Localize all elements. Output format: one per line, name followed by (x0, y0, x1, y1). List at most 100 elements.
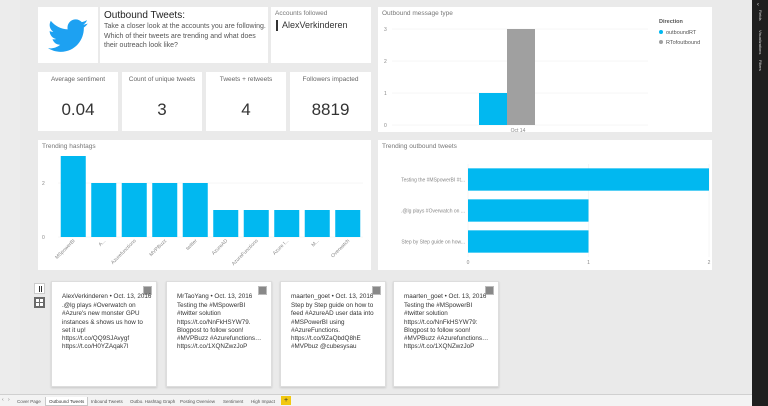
tab-posting-overview[interactable]: Posting Overview (177, 397, 218, 406)
tweet-card[interactable]: MrTaoYang • Oct. 13, 2016 Testing the #M… (166, 281, 272, 387)
header-tile: Outbound Tweets: Take a closer look at t… (100, 7, 268, 63)
tweet-card[interactable]: AlexVerkinderen • Oct. 13, 2016 .@lg pla… (51, 281, 157, 387)
bar-hashtag (274, 210, 300, 237)
y-tick-label: 0 (42, 235, 45, 241)
x-tick-label: A... (98, 238, 108, 248)
twitter-logo-icon (48, 19, 88, 52)
x-tick-label: twitter (185, 238, 199, 252)
tweet-author-date: maarten_goet • Oct. 13, 2016 (291, 293, 374, 300)
slicer-title: Accounts followed (275, 10, 328, 17)
avatar (258, 286, 267, 295)
card-average-sentiment[interactable]: Average sentiment 0.04 (38, 72, 118, 131)
bar-hashtag (182, 183, 208, 237)
card-label: Average sentiment (50, 76, 106, 83)
tweet-card[interactable]: maarten_goet • Oct. 13, 2016 Step by Ste… (280, 281, 386, 387)
twitter-logo-tile (38, 7, 98, 63)
add-tab-icon[interactable]: + (281, 396, 291, 405)
bar-hashtag (304, 210, 330, 237)
y-tick-label: 3 (384, 27, 387, 33)
y-tick-label: .@lg plays #Overwatch on ... (401, 209, 465, 215)
tab-nav-right-icon[interactable]: › (8, 397, 10, 403)
x-tick-label: M... (311, 238, 321, 248)
tweet-author-date: maarten_goet • Oct. 13, 2016 (404, 293, 487, 300)
card-label: Tweets + retweets (219, 76, 273, 83)
y-tick-label: Step by Step guide on how... (401, 240, 465, 246)
x-tick-label: MSpowerBI (54, 238, 77, 261)
legend-swatch (659, 40, 663, 44)
x-tick-label: Overwatch (330, 238, 351, 259)
slicer-selected-value[interactable]: AlexVerkinderen (276, 20, 348, 31)
card-label: Followers impacted (302, 76, 359, 83)
tweet-author-date: MrTaoYang • Oct. 13, 2016 (177, 293, 253, 300)
pane-collapse-icon[interactable]: ‹ (757, 2, 759, 8)
bar-hashtag (243, 210, 269, 237)
chart-outbound-message-type[interactable]: Outbound message type 0 1 2 3 Oct 14 Directi… (378, 7, 712, 132)
card-value: 3 (157, 100, 167, 119)
legend-swatch (659, 30, 663, 34)
x-tick-label: 1 (587, 260, 590, 266)
trending-tweets-svg: 0 1 2 Testing the #MSpowerBI #t... .@lg play… (401, 164, 711, 266)
page-description: Take a closer look at the accounts you a… (104, 23, 266, 49)
card-unique-tweets[interactable]: Count of unique tweets 3 (122, 72, 202, 131)
grid-view-icon[interactable] (34, 297, 45, 308)
chart-trending-hashtags[interactable]: Trending hashtags 0 2 MSpowerBI A... Azurefu… (38, 140, 371, 270)
x-tick-label: MVPBuzz (148, 238, 168, 258)
card-value: 8819 (311, 100, 350, 119)
card-followers-impacted[interactable]: Followers impacted 8819 (290, 72, 371, 131)
card-label: Count of unique tweets (128, 76, 196, 83)
y-tick-label: 0 (384, 123, 387, 129)
x-tick-label: 0 (467, 260, 470, 266)
bar-hashtag (213, 210, 239, 237)
tweet-text: Testing the #MSpowerBI #twitter solution… (177, 302, 262, 351)
tab-sentiment[interactable]: Sentiment (220, 397, 246, 406)
legend-item-outboundRT[interactable]: outboundRT (659, 30, 696, 36)
y-tick-label: 2 (384, 59, 387, 65)
tweet-author-date: AlexVerkinderen • Oct. 13, 2016 (62, 293, 152, 300)
tab-outbo-hashtag-graph[interactable]: Outbo. Hashtag Graph (127, 397, 178, 406)
bar-tweet (468, 168, 709, 191)
bar-hashtag (152, 183, 178, 237)
x-tick-label: 2 (708, 260, 711, 266)
tab-inbound-tweets[interactable]: Inbound Tweets (88, 397, 126, 406)
right-pane: ‹ Fields Visualizations Filters (752, 0, 768, 406)
card-tweets-retweets[interactable]: Tweets + retweets 4 (206, 72, 286, 131)
list-view-icon[interactable] (34, 283, 45, 294)
tweet-card[interactable]: maarten_goet • Oct. 13, 2016 Testing the… (393, 281, 499, 387)
x-tick-label: AzureAD (211, 238, 230, 257)
pane-filters[interactable]: Filters (758, 60, 763, 71)
bar-hashtag (335, 210, 361, 237)
tab-high-impact[interactable]: High Impact (248, 397, 278, 406)
bar-hashtag (91, 183, 117, 237)
x-tick-label: Azure I... (272, 238, 290, 256)
y-tick-label: 1 (384, 91, 387, 97)
card-value: 0.04 (61, 100, 95, 119)
y-tick-label: 2 (42, 181, 45, 187)
tab-outbound-tweets[interactable]: Outbound Tweets (45, 397, 89, 406)
bar-tweet (468, 230, 589, 253)
tab-cover-page[interactable]: Cover Page (14, 397, 44, 406)
y-tick-label: Testing the #MSpowerBI #t... (401, 178, 465, 184)
accounts-followed-slicer: Accounts followed AlexVerkinderen (271, 7, 371, 63)
page-title: Outbound Tweets: (104, 10, 185, 21)
bar-RTofoutbound (507, 29, 535, 125)
chart-trending-outbound-tweets[interactable]: Trending outbound tweets 0 1 2 Testing the … (378, 140, 712, 270)
hashtags-svg: 0 2 MSpowerBI A... Azurefunctions MVPBuzz twit… (42, 156, 363, 267)
bar-outboundRT (479, 93, 507, 125)
left-gutter (0, 0, 20, 394)
tweet-text: Step by Step guide on how to feed #Azure… (291, 302, 374, 351)
tweet-text: Testing the #MSpowerBI #twitter solution… (404, 302, 489, 351)
tweet-text: .@lg plays #Overwatch on #Azure's new mo… (62, 302, 143, 351)
tab-nav-left-icon[interactable]: ‹ (2, 397, 4, 403)
card-value: 4 (241, 100, 251, 119)
bar-hashtag (121, 183, 147, 237)
pane-visualizations[interactable]: Visualizations (758, 30, 763, 54)
page-tabbar: ‹ › Cover Page Outbound Tweets Inbound T… (0, 394, 752, 406)
legend-item-RTofoutbound[interactable]: RTofoutbound (659, 40, 700, 46)
x-tick-label: AzureFunctions (231, 238, 260, 267)
bar-hashtag (60, 156, 86, 237)
pane-fields[interactable]: Fields (758, 10, 763, 21)
legend-title: Direction (659, 19, 683, 25)
message-type-svg: 0 1 2 3 Oct 14 (384, 27, 648, 132)
bar-tweet (468, 199, 589, 222)
x-tick-label: Oct 14 (511, 128, 526, 132)
